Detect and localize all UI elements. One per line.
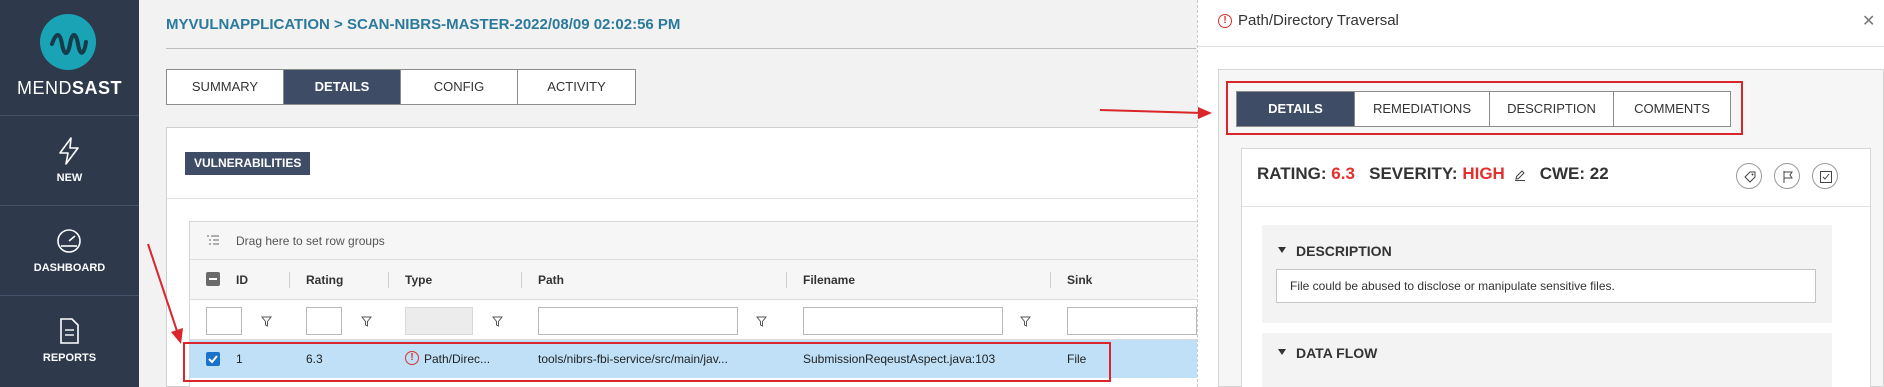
- grid-header: ID Rating Type Path Filename Sink: [190, 260, 1202, 300]
- sidebar: MENDSAST NEW DASHBOARD REPORTS: [0, 0, 139, 387]
- column-header-id[interactable]: ID: [236, 273, 248, 287]
- highlight-box-row: [183, 342, 1111, 382]
- tag-button[interactable]: [1736, 163, 1762, 189]
- tab-activity[interactable]: ACTIVITY: [518, 70, 635, 104]
- filter-icon[interactable]: [261, 316, 272, 327]
- annotation-arrow-icon: [147, 243, 183, 344]
- sidebar-item-label: DASHBOARD: [33, 262, 106, 274]
- filter-icon[interactable]: [492, 316, 503, 327]
- tab-config[interactable]: CONFIG: [401, 70, 518, 104]
- mend-sast-logo[interactable]: MENDSAST: [0, 0, 139, 116]
- flag-icon: [1783, 171, 1793, 183]
- sidebar-item-dashboard[interactable]: DASHBOARD: [0, 206, 139, 296]
- sidebar-item-reports[interactable]: REPORTS: [0, 296, 139, 386]
- drawer-title: Path/Directory Traversal: [1238, 12, 1399, 29]
- rating-label: RATING:: [1257, 164, 1327, 183]
- rating-divider: [1242, 206, 1870, 207]
- drawer-header: ! Path/Directory Traversal ✕: [1198, 0, 1884, 47]
- rating-filter-input[interactable]: [306, 307, 342, 335]
- caret-down-icon: [1278, 247, 1286, 254]
- path-filter-input[interactable]: [538, 307, 738, 335]
- column-header-rating[interactable]: Rating: [306, 273, 343, 287]
- column-header-path[interactable]: Path: [538, 273, 564, 287]
- flag-button[interactable]: [1774, 163, 1800, 189]
- sink-filter-input[interactable]: [1067, 307, 1197, 335]
- report-icon: [60, 318, 79, 344]
- severity-value: HIGH: [1462, 164, 1505, 183]
- filter-icon[interactable]: [756, 316, 767, 327]
- vulnerability-drawer: ! Path/Directory Traversal ✕ DETAILS REM…: [1197, 0, 1884, 387]
- data-flow-section: DATA FLOW: [1262, 333, 1832, 387]
- description-section-toggle[interactable]: DESCRIPTION: [1278, 243, 1392, 259]
- close-icon[interactable]: ✕: [1862, 11, 1875, 31]
- logo-icon: [40, 14, 96, 70]
- row-group-bar[interactable]: Drag here to set row groups: [190, 222, 1202, 260]
- panel-divider: [167, 198, 1202, 199]
- filename-filter-input[interactable]: [803, 307, 1003, 335]
- row-group-hint: Drag here to set row groups: [236, 234, 385, 248]
- filter-icon[interactable]: [1020, 316, 1031, 327]
- caret-down-icon: [1278, 349, 1286, 356]
- logo-text: MENDSAST: [16, 78, 122, 98]
- sidebar-item-new[interactable]: NEW: [0, 116, 139, 206]
- sidebar-item-label: REPORTS: [42, 352, 97, 364]
- main-content: MYVULNAPPLICATION > SCAN-NIBRS-MASTER-20…: [139, 0, 1202, 387]
- tag-icon: [1744, 171, 1756, 183]
- rating-summary: RATING: 6.3 SEVERITY: HIGH CWE: 22: [1257, 164, 1609, 184]
- highlight-box-tabs: [1226, 81, 1743, 135]
- gauge-icon: [57, 229, 81, 253]
- row-group-icon: [207, 235, 219, 245]
- review-button[interactable]: [1812, 163, 1838, 189]
- annotation-arrow-icon: [1099, 107, 1212, 119]
- column-header-filename[interactable]: Filename: [803, 273, 855, 287]
- description-text: File could be abused to disclose or mani…: [1276, 269, 1816, 303]
- type-filter-input: [405, 307, 473, 335]
- breadcrumb-divider: [166, 48, 1196, 49]
- tab-details[interactable]: DETAILS: [284, 70, 401, 104]
- pencil-icon[interactable]: [1514, 169, 1526, 181]
- filter-row: [190, 300, 1202, 340]
- main-tabs: SUMMARY DETAILS CONFIG ACTIVITY: [166, 69, 636, 105]
- severity-label: SEVERITY:: [1369, 164, 1458, 183]
- warning-icon: !: [1218, 14, 1232, 28]
- vulnerabilities-label: VULNERABILITIES: [185, 152, 311, 175]
- select-all-checkbox[interactable]: [206, 272, 220, 286]
- details-content: RATING: 6.3 SEVERITY: HIGH CWE: 22 DESCR…: [1241, 148, 1871, 387]
- rating-value: 6.3: [1331, 164, 1355, 183]
- filter-icon[interactable]: [361, 316, 372, 327]
- column-header-sink[interactable]: Sink: [1067, 273, 1092, 287]
- checkbox-icon: [1820, 171, 1832, 183]
- sidebar-item-label: NEW: [56, 172, 83, 184]
- data-flow-section-toggle[interactable]: DATA FLOW: [1278, 345, 1377, 361]
- column-header-type[interactable]: Type: [405, 273, 432, 287]
- description-section: DESCRIPTION File could be abused to disc…: [1262, 225, 1832, 323]
- id-filter-input[interactable]: [206, 307, 242, 335]
- breadcrumb[interactable]: MYVULNAPPLICATION > SCAN-NIBRS-MASTER-20…: [166, 16, 680, 33]
- cwe-label: CWE: 22: [1539, 164, 1609, 183]
- bolt-icon: [59, 137, 79, 165]
- tab-summary[interactable]: SUMMARY: [167, 70, 284, 104]
